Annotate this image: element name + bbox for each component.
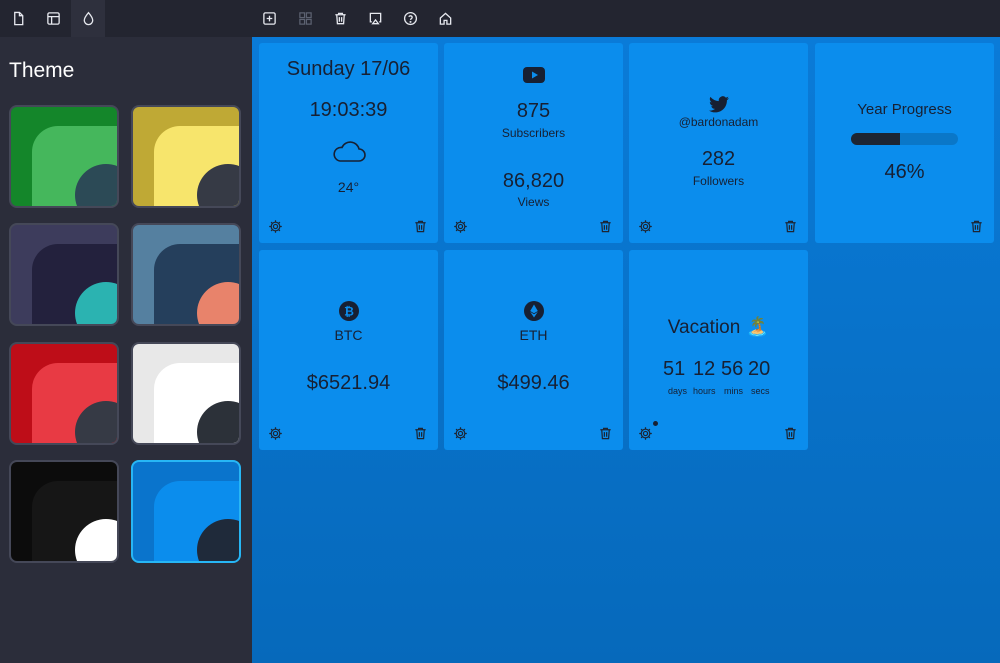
theme-swatch-black[interactable]: [9, 460, 119, 563]
year-progress-title: Year Progress: [857, 101, 952, 118]
btc-widget: ₿ BTC $6521.94: [259, 250, 438, 450]
layout-icon: [46, 12, 60, 25]
gear-icon[interactable]: [268, 426, 283, 441]
youtube-widget: 875 Subscribers 86,820 Views: [444, 43, 623, 243]
eth-label: ETH: [519, 327, 548, 343]
countdown-mins-label: mins: [724, 386, 744, 396]
year-progress-bar: [851, 133, 958, 145]
followers-count: 282: [701, 148, 736, 170]
youtube-icon: [522, 67, 545, 83]
delete-all-button[interactable]: [323, 0, 357, 37]
theme-swatch-purple[interactable]: [9, 223, 119, 326]
cloud-icon: [332, 141, 366, 162]
theme-swatch-white[interactable]: [131, 342, 241, 445]
cast-button[interactable]: [358, 0, 392, 37]
grid-icon: [298, 12, 312, 25]
sidebar-title: Theme: [9, 59, 75, 82]
btc-price: $6521.94: [306, 372, 391, 394]
eth-price: $499.46: [497, 372, 570, 394]
countdown-hours-label: hours: [693, 386, 716, 396]
ethereum-icon: [523, 301, 544, 321]
home-icon: [439, 12, 451, 25]
views-count: 86,820: [502, 170, 565, 192]
btc-label: BTC: [334, 327, 363, 343]
time-text: 19:03:39: [309, 99, 388, 121]
plus-square-icon: [262, 12, 276, 25]
theme-button[interactable]: [71, 0, 105, 37]
vacation-widget: Vacation 🏝️ 51 12 56 20 days hours mins …: [629, 250, 808, 450]
page-button[interactable]: [1, 0, 35, 37]
grid-button[interactable]: [288, 0, 322, 37]
theme-swatch-yellow[interactable]: [131, 105, 241, 208]
trash-icon: [334, 12, 346, 25]
date-widget: Sunday 17/06 19:03:39 24°: [259, 43, 438, 243]
countdown-hours: 12: [693, 358, 716, 380]
date-text: Sunday 17/06: [286, 58, 411, 80]
top-toolbar: [0, 0, 1000, 37]
file-icon: [13, 11, 23, 26]
countdown-days-label: days: [668, 386, 688, 396]
trash-icon[interactable]: [413, 219, 428, 234]
views-label: Views: [517, 195, 550, 209]
droplet-icon: [83, 11, 93, 26]
trash-icon[interactable]: [413, 426, 428, 441]
twitter-handle: @bardonadam: [678, 115, 759, 129]
theme-swatch-green[interactable]: [9, 105, 119, 208]
trash-icon[interactable]: [783, 426, 798, 441]
twitter-widget: @bardonadam 282 Followers: [629, 43, 808, 243]
countdown-secs: 20: [748, 358, 771, 380]
gear-icon[interactable]: [638, 219, 653, 234]
home-button[interactable]: [428, 0, 462, 37]
add-widget-button[interactable]: [252, 0, 286, 37]
trash-icon[interactable]: [598, 426, 613, 441]
help-circle-icon: [403, 11, 417, 26]
year-progress-widget: Year Progress 46%: [815, 43, 994, 243]
trash-icon[interactable]: [783, 219, 798, 234]
subscribers-count: 875: [516, 100, 551, 122]
year-progress-percent: 46%: [884, 161, 925, 183]
theme-swatch-red[interactable]: [9, 342, 119, 445]
gear-icon[interactable]: [453, 219, 468, 234]
countdown-secs-label: secs: [751, 386, 770, 396]
svg-text:₿: ₿: [344, 305, 354, 319]
theme-swatch-blue[interactable]: [131, 460, 241, 563]
gear-icon[interactable]: [638, 426, 653, 441]
notification-dot: [653, 421, 658, 426]
theme-swatch-slate[interactable]: [131, 223, 241, 326]
subscribers-label: Subscribers: [501, 126, 566, 140]
airplay-icon: [369, 12, 381, 25]
twitter-icon: [708, 96, 729, 113]
dashboard: Sunday 17/06 19:03:39 24° 875 Subscriber…: [252, 37, 1000, 663]
countdown-days: 51: [663, 358, 686, 380]
year-progress-fill: [851, 133, 901, 145]
eth-widget: ETH $499.46: [444, 250, 623, 450]
gear-icon[interactable]: [268, 219, 283, 234]
help-button[interactable]: [393, 0, 427, 37]
trash-icon[interactable]: [969, 219, 984, 234]
trash-icon[interactable]: [598, 219, 613, 234]
followers-label: Followers: [692, 174, 745, 188]
countdown-mins: 56: [721, 358, 744, 380]
bitcoin-icon: ₿: [338, 301, 359, 321]
theme-sidebar: Theme: [0, 37, 252, 663]
layout-button[interactable]: [36, 0, 70, 37]
gear-icon[interactable]: [453, 426, 468, 441]
vacation-title: Vacation 🏝️: [667, 317, 770, 338]
temperature-text: 24°: [337, 179, 360, 195]
